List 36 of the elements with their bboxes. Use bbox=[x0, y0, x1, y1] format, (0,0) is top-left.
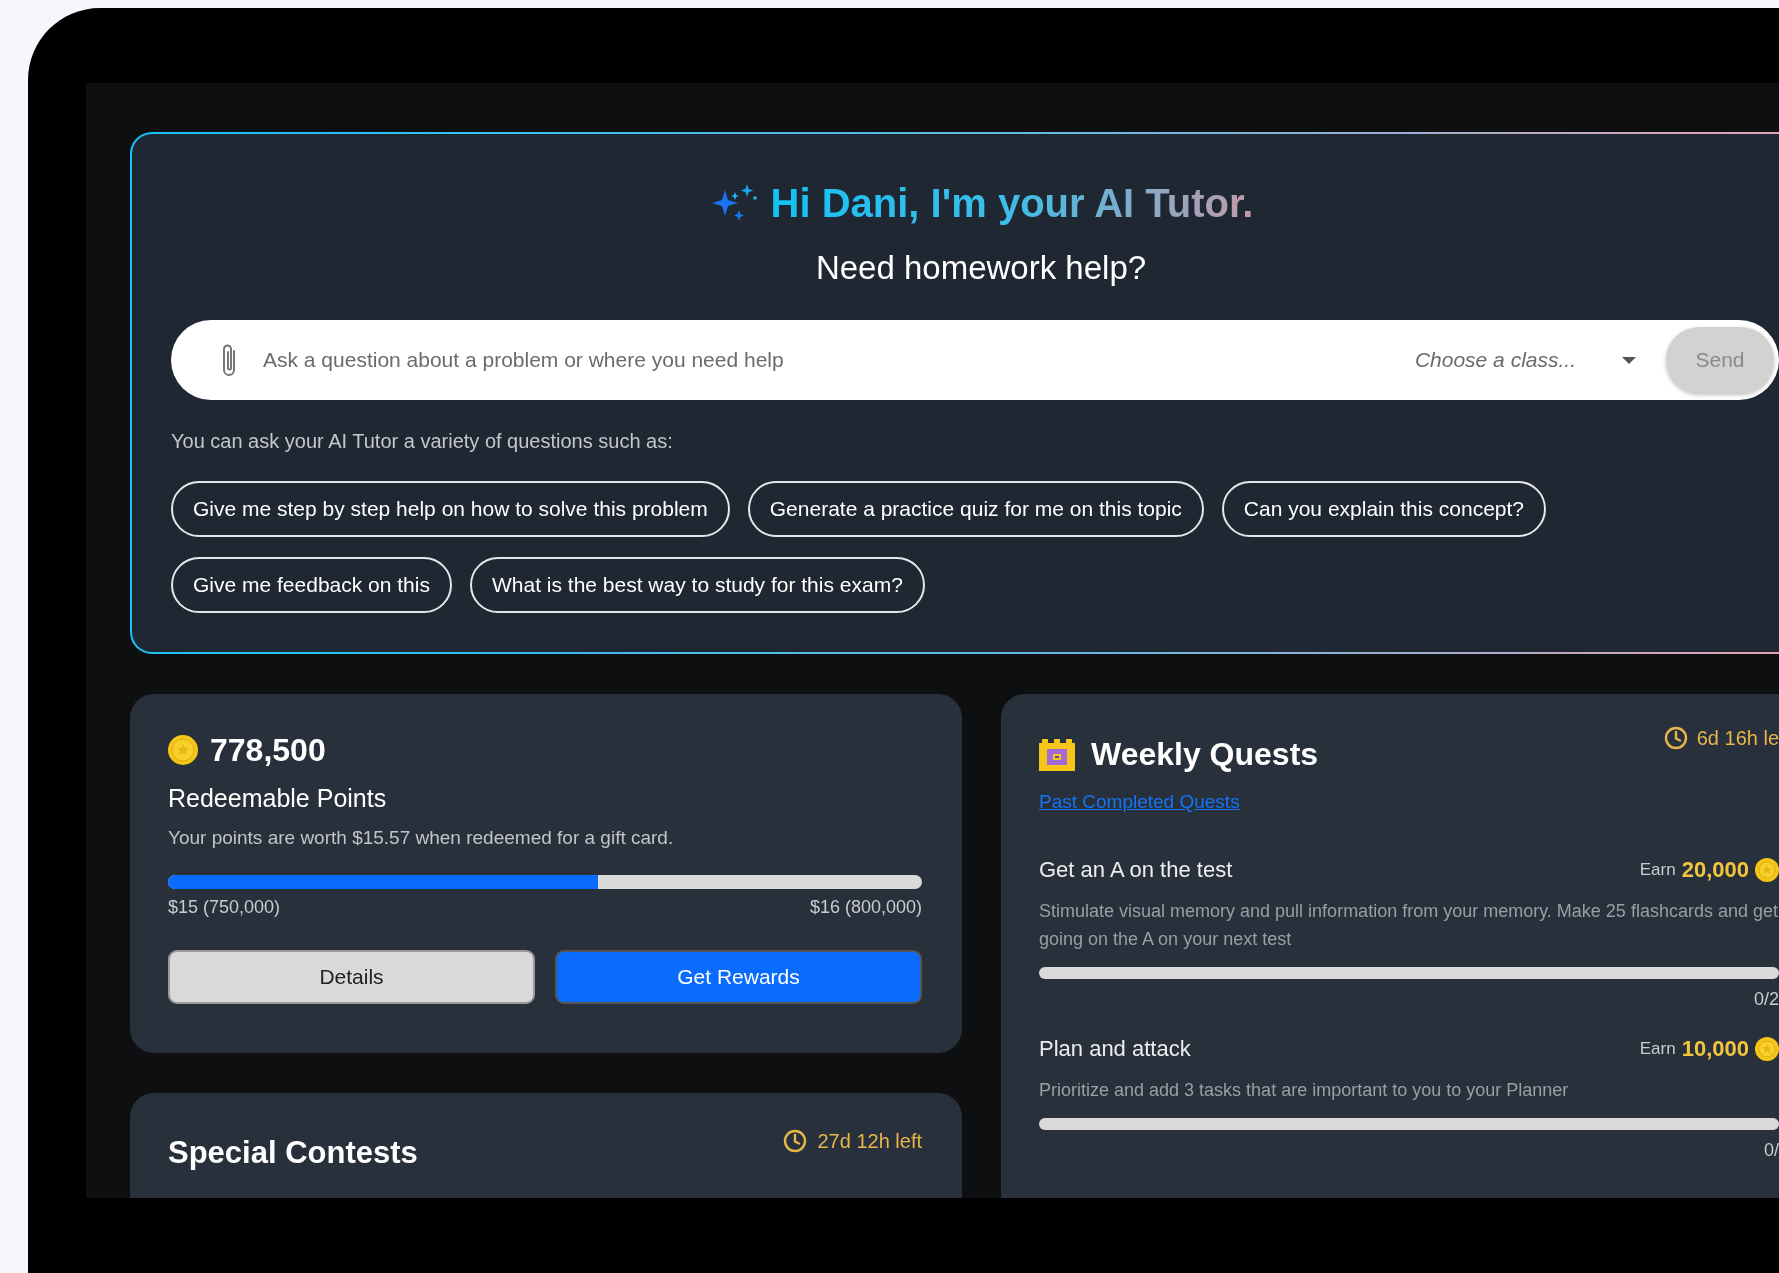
quest-count: 0/2 bbox=[1752, 989, 1779, 1010]
suggestion-chip[interactable]: Give me step by step help on how to solve this problem bbox=[171, 481, 730, 537]
quest-count: 0/ bbox=[1763, 1140, 1779, 1161]
quest-title: Get an A on the test bbox=[1039, 857, 1233, 883]
suggestion-chip[interactable]: Give me feedback on this bbox=[171, 557, 452, 613]
suggestion-chip[interactable]: What is the best way to study for this exam? bbox=[469, 557, 925, 613]
details-button[interactable]: Details bbox=[168, 950, 535, 1004]
points-title: Redeemable Points bbox=[168, 784, 388, 813]
rewards-button[interactable]: Get Rewards bbox=[555, 950, 922, 1004]
caret-icon bbox=[1622, 356, 1636, 364]
quest-description: Prioritize and add 3 tasks that are important to you to your Planner bbox=[1039, 1079, 1570, 1102]
contests-time-left: 27d 12h left bbox=[817, 1129, 922, 1153]
earn-label: Earn bbox=[1639, 860, 1676, 880]
coin-icon bbox=[1755, 858, 1779, 882]
class-select[interactable]: Choose a class... bbox=[1414, 342, 1636, 378]
quests-time-left: 6d 16h le bbox=[1696, 726, 1779, 750]
hint-text: You can ask your AI Tutor a variety of questions such as: bbox=[171, 430, 674, 453]
quest-reward: 20,000 bbox=[1681, 857, 1749, 883]
suggestion-chip[interactable]: Generate a practice quiz for me on this topic bbox=[747, 481, 1204, 537]
quest-title: Plan and attack bbox=[1039, 1036, 1191, 1062]
quest-description: Stimulate visual memory and pull information from your memory. Make 25 flashcards and get going on the A on your next test bbox=[1039, 900, 1779, 951]
contests-title: Special Contests bbox=[168, 1135, 418, 1171]
suggestion-chip[interactable]: Can you explain this concept? bbox=[1221, 481, 1546, 537]
clock-icon bbox=[783, 1129, 808, 1153]
points-note: Your points are worth $15.57 when redeemed for a gift card. bbox=[168, 827, 675, 849]
earn-label: Earn bbox=[1639, 1039, 1676, 1059]
points-total: 778,500 bbox=[210, 731, 326, 770]
subtitle: Need homework help? bbox=[814, 248, 1148, 288]
progress-end-label: $16 (800,000) bbox=[809, 897, 922, 918]
coin-icon bbox=[1755, 1037, 1779, 1061]
progress-start-label: $15 (750,000) bbox=[168, 897, 281, 918]
quest-reward: 10,000 bbox=[1681, 1036, 1749, 1062]
quests-title: Weekly Quests bbox=[1091, 736, 1319, 773]
clock-icon bbox=[1663, 726, 1688, 750]
coin-icon bbox=[168, 735, 198, 765]
chest-icon bbox=[1039, 738, 1075, 771]
